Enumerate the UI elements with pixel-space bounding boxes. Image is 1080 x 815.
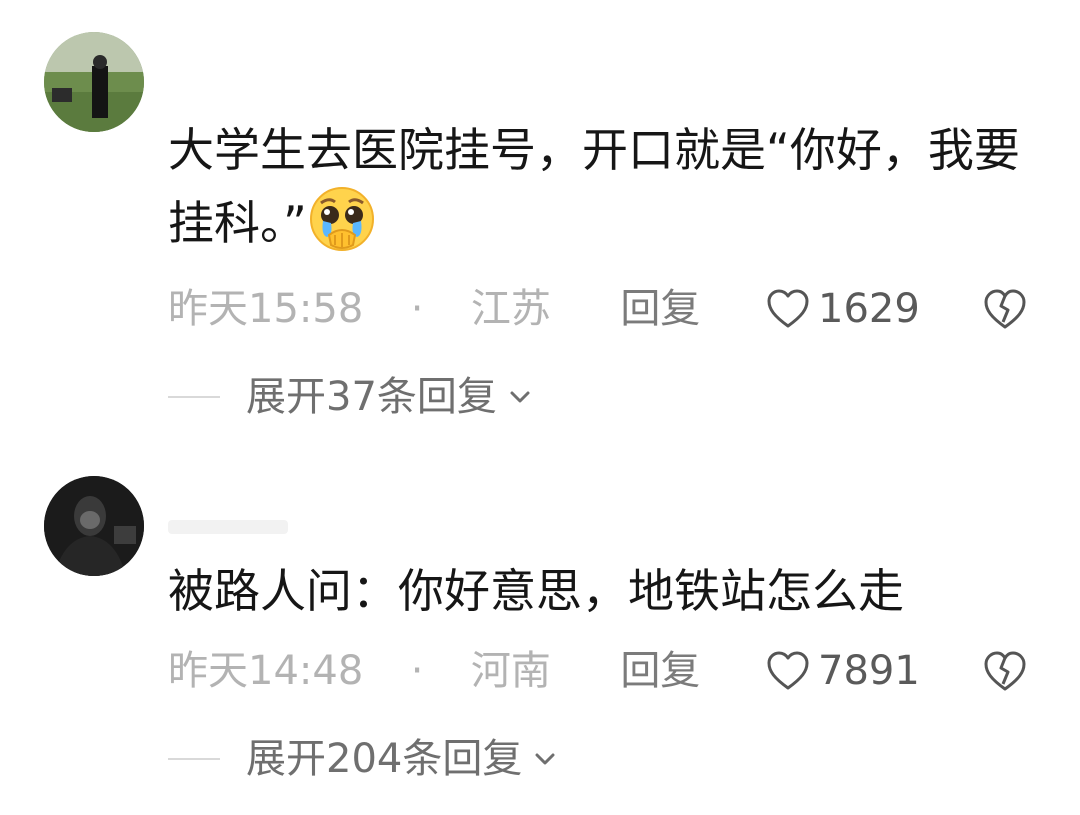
comment-location: 河南 [470, 648, 551, 694]
expand-replies-label: 展开37条回复 [246, 374, 497, 420]
divider-line [168, 396, 220, 398]
broken-heart-icon[interactable] [982, 648, 1028, 694]
like-count: 7891 [818, 648, 920, 694]
comment-body: 被路人问：你好意思，地铁站怎么走 [168, 564, 904, 618]
meta-separator: · [410, 286, 424, 332]
heart-outline-icon [767, 651, 809, 690]
broken-heart-icon[interactable] [982, 286, 1028, 332]
divider-line [168, 758, 220, 760]
like-button[interactable]: 7891 [766, 646, 920, 696]
username-blurred [168, 520, 288, 534]
chevron-down-icon [535, 753, 555, 765]
avatar-image [44, 32, 144, 132]
heart-outline-icon [767, 289, 809, 328]
comment-text: 被路人问：你好意思，地铁站怎么走 [168, 556, 1048, 626]
comment-meta: 昨天15:58 · 江苏 回复 [168, 284, 700, 334]
comment-body: 大学生去医院挂号，开口就是“你好，我要挂科。” [168, 123, 1020, 250]
comment-item: 被路人问：你好意思，地铁站怎么走 昨天14:48 · 河南 回复 7891 展开… [0, 440, 1080, 815]
comment-item: 大学生去医院挂号，开口就是“你好，我要挂科。” 昨天15:58 · 江苏 回复 … [0, 0, 1080, 440]
expand-replies[interactable]: 展开37条回复 [168, 372, 533, 422]
meta-separator: · [410, 648, 424, 694]
pleading-face-crying-emoji [309, 187, 374, 251]
comment-time: 昨天15:58 [168, 286, 364, 332]
reply-button[interactable]: 回复 [620, 646, 700, 696]
expand-replies[interactable]: 展开204条回复 [168, 734, 558, 784]
avatar[interactable] [44, 476, 144, 576]
avatar-image [44, 476, 144, 576]
comment-meta: 昨天14:48 · 河南 回复 [168, 646, 700, 696]
chevron-down-icon [510, 391, 530, 403]
expand-replies-label: 展开204条回复 [246, 736, 523, 782]
like-count: 1629 [818, 286, 920, 332]
comment-location: 江苏 [470, 286, 551, 332]
reply-button[interactable]: 回复 [620, 284, 700, 334]
avatar[interactable] [44, 32, 144, 132]
like-button[interactable]: 1629 [766, 284, 920, 334]
comment-time: 昨天14:48 [168, 648, 364, 694]
comment-text: 大学生去医院挂号，开口就是“你好，我要挂科。” [168, 115, 1048, 258]
